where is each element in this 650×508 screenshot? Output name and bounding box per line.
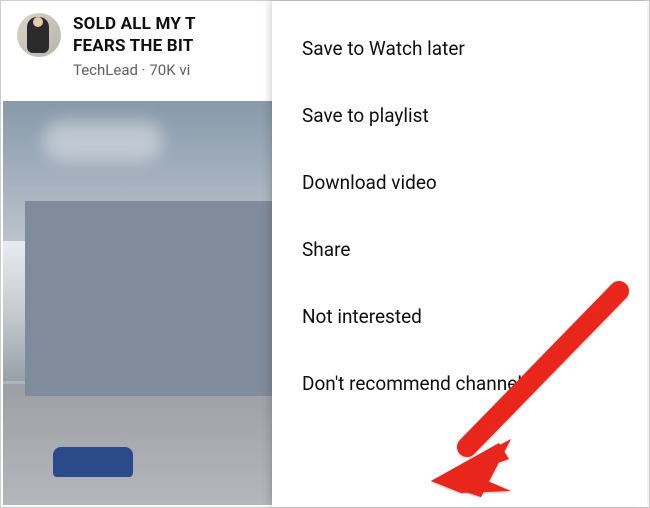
menu-dont-recommend[interactable]: Don't recommend channel: [272, 350, 647, 417]
menu-download[interactable]: Download video: [272, 149, 647, 216]
thumbnail-cloud: [43, 121, 163, 161]
menu-save-playlist[interactable]: Save to playlist: [272, 82, 647, 149]
channel-avatar[interactable]: [17, 13, 61, 57]
menu-save-watch-later[interactable]: Save to Watch later: [272, 15, 647, 82]
menu-not-interested[interactable]: Not interested: [272, 283, 647, 350]
context-menu: Save to Watch later Save to playlist Dow…: [272, 1, 647, 507]
menu-share[interactable]: Share: [272, 216, 647, 283]
thumbnail-vehicle: [53, 447, 133, 477]
